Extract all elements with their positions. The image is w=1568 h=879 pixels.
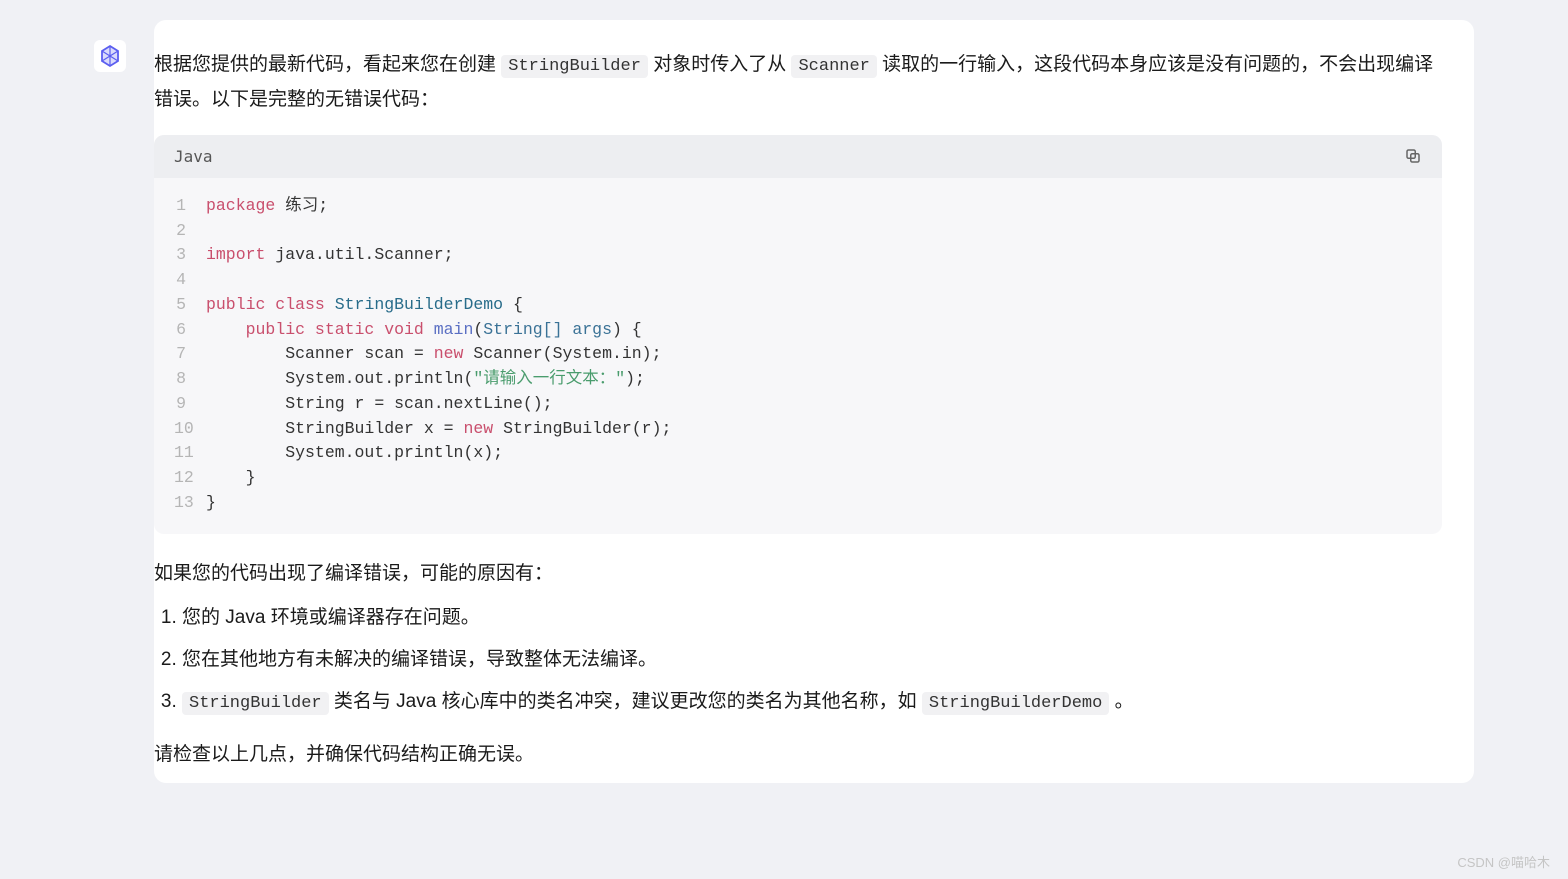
code-line: 5public class StringBuilderDemo { xyxy=(174,293,1422,318)
line-content: StringBuilder x = new StringBuilder(r); xyxy=(206,417,671,442)
line-number: 8 xyxy=(174,367,206,392)
code-line: 11 System.out.println(x); xyxy=(174,441,1422,466)
line-content: public static void main(String[] args) { xyxy=(206,318,642,343)
code-line: 3import java.util.Scanner; xyxy=(174,243,1422,268)
intro-text-1: 根据您提供的最新代码，看起来您在创建 xyxy=(154,54,501,75)
line-content: public class StringBuilderDemo { xyxy=(206,293,523,318)
watermark: CSDN @喵哈木 xyxy=(1457,852,1550,871)
line-content: package 练习; xyxy=(206,194,328,219)
reason-item-2: 您在其他地方有未解决的编译错误，导致整体无法编译。 xyxy=(182,644,1442,676)
line-number: 4 xyxy=(174,268,206,293)
code-line: 7 Scanner scan = new Scanner(System.in); xyxy=(174,342,1422,367)
assistant-message: 根据您提供的最新代码，看起来您在创建 StringBuilder 对象时传入了从… xyxy=(154,20,1474,783)
code-line: 12 } xyxy=(174,466,1422,491)
assistant-logo-icon xyxy=(98,44,122,68)
code-line: 1package 练习; xyxy=(174,194,1422,219)
intro-paragraph: 根据您提供的最新代码，看起来您在创建 StringBuilder 对象时传入了从… xyxy=(154,48,1442,117)
code-line: 4 xyxy=(174,268,1422,293)
line-number: 10 xyxy=(174,417,206,442)
line-number: 9 xyxy=(174,392,206,417)
line-number: 2 xyxy=(174,219,206,244)
reasons-list: 您的 Java 环境或编译器存在问题。 您在其他地方有未解决的编译错误，导致整体… xyxy=(154,602,1442,719)
line-number: 11 xyxy=(174,441,206,466)
code-line: 13} xyxy=(174,491,1422,516)
copy-button[interactable] xyxy=(1404,147,1422,165)
inline-code-stringbuilderdemo: StringBuilderDemo xyxy=(922,692,1109,715)
code-line: 2 xyxy=(174,219,1422,244)
reason-item-3: StringBuilder 类名与 Java 核心库中的类名冲突，建议更改您的类… xyxy=(182,686,1442,719)
code-block: Java 1package 练习;23import java.util.Scan… xyxy=(154,135,1442,534)
line-content: System.out.println("请输入一行文本："); xyxy=(206,367,645,392)
line-number: 7 xyxy=(174,342,206,367)
line-content: System.out.println(x); xyxy=(206,441,503,466)
code-line: 9 String r = scan.nextLine(); xyxy=(174,392,1422,417)
intro-text-2: 对象时传入了从 xyxy=(653,54,791,75)
code-line: 10 StringBuilder x = new StringBuilder(r… xyxy=(174,417,1422,442)
code-language-label: Java xyxy=(174,147,213,166)
code-header: Java xyxy=(154,135,1442,178)
inline-code-scanner: Scanner xyxy=(791,55,876,78)
line-content: import java.util.Scanner; xyxy=(206,243,454,268)
reason-item-1: 您的 Java 环境或编译器存在问题。 xyxy=(182,602,1442,634)
reasons-heading: 如果您的代码出现了编译错误，可能的原因有： xyxy=(154,556,1442,592)
closing-paragraph: 请检查以上几点，并确保代码结构正确无误。 xyxy=(154,737,1442,773)
copy-icon xyxy=(1404,147,1422,165)
inline-code-stringbuilder: StringBuilder xyxy=(501,55,648,78)
line-number: 12 xyxy=(174,466,206,491)
assistant-avatar xyxy=(94,40,126,72)
line-content: String r = scan.nextLine(); xyxy=(206,392,553,417)
line-number: 13 xyxy=(174,491,206,516)
line-content: } xyxy=(206,466,256,491)
line-number: 6 xyxy=(174,318,206,343)
reason-3-tail: 。 xyxy=(1109,691,1133,712)
line-number: 5 xyxy=(174,293,206,318)
code-line: 6 public static void main(String[] args)… xyxy=(174,318,1422,343)
code-body[interactable]: 1package 练习;23import java.util.Scanner;4… xyxy=(154,178,1442,534)
line-content: } xyxy=(206,491,216,516)
code-line: 8 System.out.println("请输入一行文本："); xyxy=(174,367,1422,392)
line-number: 3 xyxy=(174,243,206,268)
line-content: Scanner scan = new Scanner(System.in); xyxy=(206,342,662,367)
line-number: 1 xyxy=(174,194,206,219)
reason-3-mid: 类名与 Java 核心库中的类名冲突，建议更改您的类名为其他名称，如 xyxy=(329,691,922,712)
inline-code-stringbuilder-2: StringBuilder xyxy=(182,692,329,715)
